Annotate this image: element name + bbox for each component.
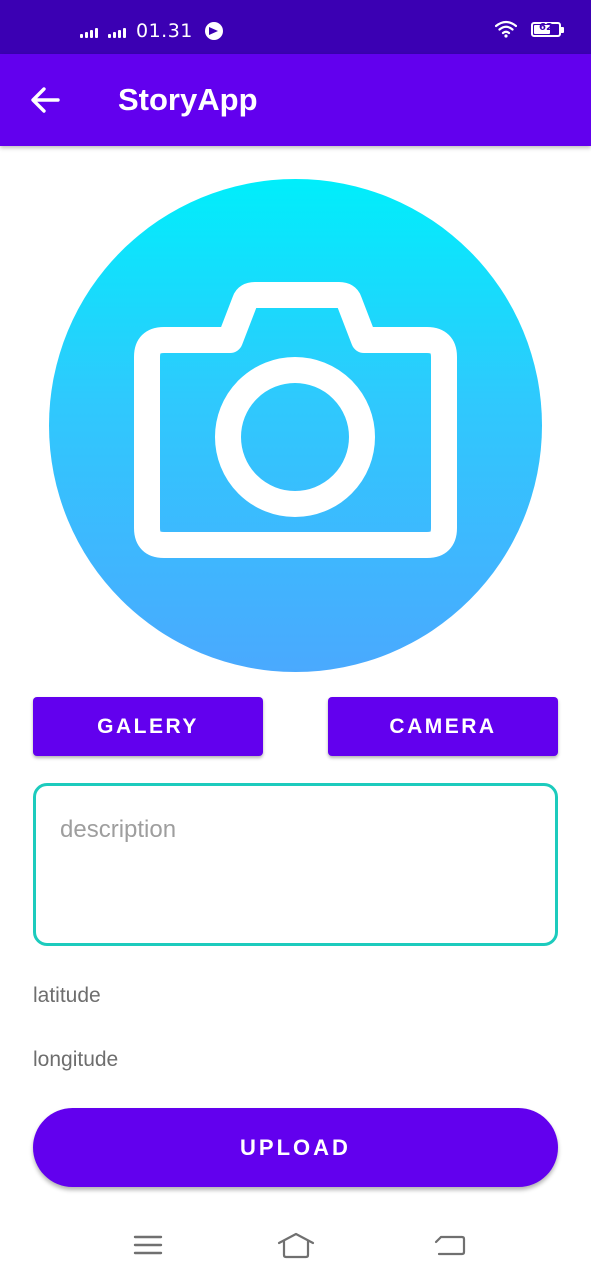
gallery-button[interactable]: GALERY bbox=[33, 697, 263, 756]
page-title: StoryApp bbox=[118, 82, 258, 117]
nav-back-button[interactable] bbox=[431, 1228, 471, 1262]
nav-menu-button[interactable] bbox=[128, 1228, 168, 1262]
upload-button[interactable]: UPLOAD bbox=[33, 1108, 558, 1187]
wifi-icon bbox=[495, 20, 517, 38]
home-icon bbox=[277, 1232, 315, 1259]
signal-icon bbox=[108, 24, 126, 38]
camera-icon bbox=[134, 282, 457, 558]
back-icon bbox=[434, 1235, 466, 1256]
description-input[interactable]: description bbox=[33, 783, 558, 946]
menu-icon bbox=[133, 1235, 163, 1255]
nav-home-button[interactable] bbox=[276, 1228, 316, 1262]
longitude-label: longitude bbox=[33, 1048, 119, 1071]
telegram-icon bbox=[204, 22, 223, 40]
signal-icon bbox=[80, 24, 98, 38]
app-bar: StoryApp bbox=[0, 54, 591, 146]
battery-cap bbox=[561, 26, 564, 33]
battery-icon: 62 bbox=[531, 21, 564, 37]
status-bar: 01.31 62 bbox=[0, 0, 591, 54]
status-right: 62 bbox=[495, 20, 564, 38]
arrow-left-icon bbox=[31, 87, 60, 113]
status-left: 01.31 bbox=[80, 18, 223, 44]
status-time: 01.31 bbox=[136, 20, 193, 42]
latitude-label: latitude bbox=[33, 984, 101, 1007]
navigation-bar bbox=[0, 1208, 591, 1280]
battery-level: 62 bbox=[539, 21, 553, 33]
back-button[interactable] bbox=[22, 80, 70, 120]
image-preview bbox=[49, 179, 542, 672]
description-placeholder: description bbox=[60, 816, 177, 843]
camera-button[interactable]: CAMERA bbox=[328, 697, 558, 756]
